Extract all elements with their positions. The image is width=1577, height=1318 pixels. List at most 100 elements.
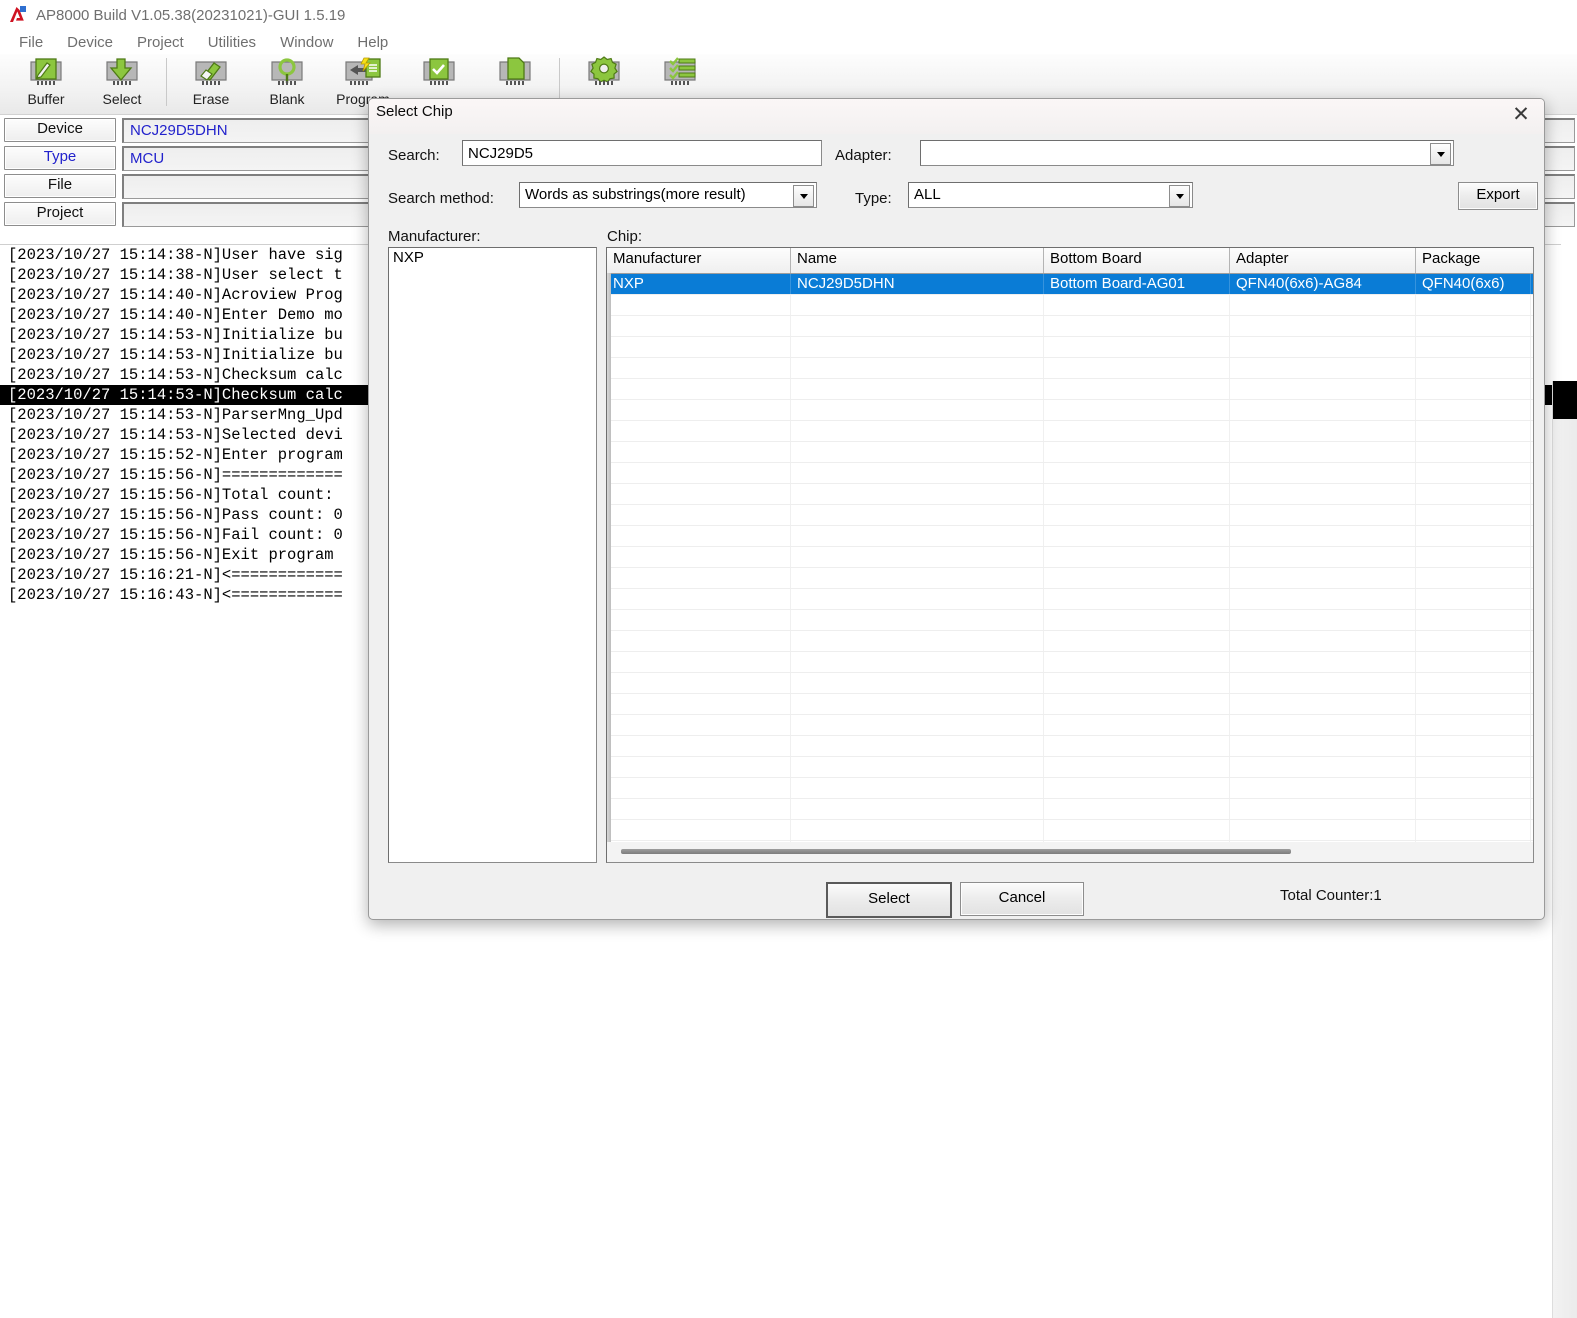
adapter-combobox[interactable] <box>920 140 1454 166</box>
toolbar-separator-1 <box>166 58 167 106</box>
manufacturer-listbox[interactable]: NXP <box>388 247 597 863</box>
manufacturer-label: Manufacturer: <box>388 228 481 245</box>
search-method-value: Words as substrings(more result) <box>520 183 746 207</box>
chip-label: Chip: <box>607 228 642 245</box>
table-row[interactable] <box>607 400 1533 421</box>
grid-horizontal-scrollbar[interactable] <box>607 842 1533 862</box>
grid-left-edge <box>607 273 611 862</box>
search-method-label: Search method: <box>388 190 494 207</box>
table-row[interactable] <box>607 358 1533 379</box>
table-row[interactable] <box>607 379 1533 400</box>
chip-results-grid[interactable]: Manufacturer Name Bottom Board Adapter P… <box>606 247 1534 863</box>
table-row[interactable] <box>607 463 1533 484</box>
column-header-package[interactable]: Package <box>1416 248 1531 273</box>
toolbar-label-select: Select <box>103 91 142 107</box>
adapter-label: Adapter: <box>835 147 892 164</box>
table-row[interactable] <box>607 316 1533 337</box>
toolbar-label-erase: Erase <box>193 91 230 107</box>
column-header-adapter[interactable]: Adapter <box>1230 248 1416 273</box>
table-row[interactable] <box>607 505 1533 526</box>
chip-verify-check-icon <box>416 56 462 90</box>
scrollbar-thumb[interactable] <box>621 849 1291 854</box>
dialog-body: Search: NCJ29D5 Adapter: Search method: … <box>369 130 1544 919</box>
chevron-down-icon[interactable] <box>1430 143 1451 165</box>
menu-device[interactable]: Device <box>56 32 124 53</box>
menu-project[interactable]: Project <box>126 32 195 53</box>
table-row[interactable] <box>607 337 1533 358</box>
table-row[interactable] <box>607 778 1533 799</box>
menu-window[interactable]: Window <box>269 32 344 53</box>
column-header-name[interactable]: Name <box>791 248 1044 273</box>
scrollbar-thumb[interactable] <box>1553 381 1577 419</box>
table-row[interactable] <box>607 673 1533 694</box>
table-row[interactable] <box>607 715 1533 736</box>
menu-utilities[interactable]: Utilities <box>197 32 267 53</box>
toolbar-label-blank: Blank <box>269 91 304 107</box>
menu-bar: File Device Project Utilities Window Hel… <box>0 30 1577 54</box>
table-row[interactable] <box>607 568 1533 589</box>
dialog-titlebar: Select Chip ✕ <box>369 99 1544 134</box>
toolbar-button-select[interactable]: Select <box>84 54 160 114</box>
project-button[interactable]: Project <box>4 202 116 226</box>
chevron-down-icon[interactable] <box>793 185 814 207</box>
table-row[interactable] <box>607 526 1533 547</box>
chip-program-arrow-icon <box>340 56 386 90</box>
toolbar-button-erase[interactable]: Erase <box>173 54 249 114</box>
menu-file[interactable]: File <box>8 32 54 53</box>
table-row[interactable] <box>607 757 1533 778</box>
table-row[interactable] <box>607 694 1533 715</box>
search-method-combobox[interactable]: Words as substrings(more result) <box>519 182 817 208</box>
chip-magnifier-icon <box>264 56 310 90</box>
chip-task-list-icon <box>657 56 703 90</box>
manufacturer-list-item[interactable]: NXP <box>389 248 596 267</box>
cell-name: NCJ29D5DHN <box>791 274 1044 294</box>
table-row[interactable] <box>607 631 1533 652</box>
total-counter-label: Total Counter:1 <box>1280 887 1382 904</box>
chip-eraser-icon <box>188 56 234 90</box>
type-label: Type: <box>855 190 892 207</box>
window-titlebar: AP8000 Build V1.05.38(20231021)-GUI 1.5.… <box>0 0 1577 30</box>
chip-pencil-icon <box>23 56 69 90</box>
window-title: AP8000 Build V1.05.38(20231021)-GUI 1.5.… <box>36 7 345 24</box>
window-vertical-scrollbar[interactable] <box>1540 381 1577 1318</box>
table-row[interactable] <box>607 610 1533 631</box>
table-row[interactable] <box>607 736 1533 757</box>
chip-read-page-icon <box>492 56 538 90</box>
device-button[interactable]: Device <box>4 118 116 142</box>
table-row[interactable] <box>607 589 1533 610</box>
toolbar-button-buffer[interactable]: Buffer <box>8 54 84 114</box>
type-combobox[interactable]: ALL <box>908 182 1193 208</box>
export-button[interactable]: Export <box>1458 182 1538 210</box>
table-row[interactable] <box>607 547 1533 568</box>
cell-bottom-board: Bottom Board-AG01 <box>1044 274 1230 294</box>
grid-header-row: Manufacturer Name Bottom Board Adapter P… <box>607 248 1533 274</box>
menu-help[interactable]: Help <box>346 32 399 53</box>
type-button[interactable]: Type <box>4 146 116 170</box>
close-icon[interactable]: ✕ <box>1498 99 1544 130</box>
cancel-button[interactable]: Cancel <box>960 882 1084 916</box>
acroview-a-logo-icon <box>8 5 28 25</box>
table-row[interactable]: NXP NCJ29D5DHN Bottom Board-AG01 QFN40(6… <box>607 274 1533 295</box>
chip-gear-config-icon <box>581 56 627 90</box>
search-label: Search: <box>388 147 440 164</box>
table-row[interactable] <box>607 652 1533 673</box>
cell-manufacturer: NXP <box>607 274 791 294</box>
toolbar-button-blank[interactable]: Blank <box>249 54 325 114</box>
column-header-bottom-board[interactable]: Bottom Board <box>1044 248 1230 273</box>
table-row[interactable] <box>607 421 1533 442</box>
scrollbar-track[interactable] <box>1552 381 1577 1318</box>
type-value: ALL <box>909 183 941 207</box>
toolbar-label-buffer: Buffer <box>27 91 64 107</box>
table-row[interactable] <box>607 442 1533 463</box>
dialog-title: Select Chip <box>376 103 453 120</box>
search-input[interactable]: NCJ29D5 <box>462 140 822 166</box>
file-button[interactable]: File <box>4 174 116 198</box>
table-row[interactable] <box>607 484 1533 505</box>
column-header-manufacturer[interactable]: Manufacturer <box>607 248 791 273</box>
table-row[interactable] <box>607 820 1533 841</box>
select-chip-dialog: Select Chip ✕ Search: NCJ29D5 Adapter: S… <box>368 98 1545 920</box>
chevron-down-icon[interactable] <box>1169 185 1190 207</box>
select-button[interactable]: Select <box>826 882 952 918</box>
table-row[interactable] <box>607 799 1533 820</box>
table-row[interactable] <box>607 295 1533 316</box>
